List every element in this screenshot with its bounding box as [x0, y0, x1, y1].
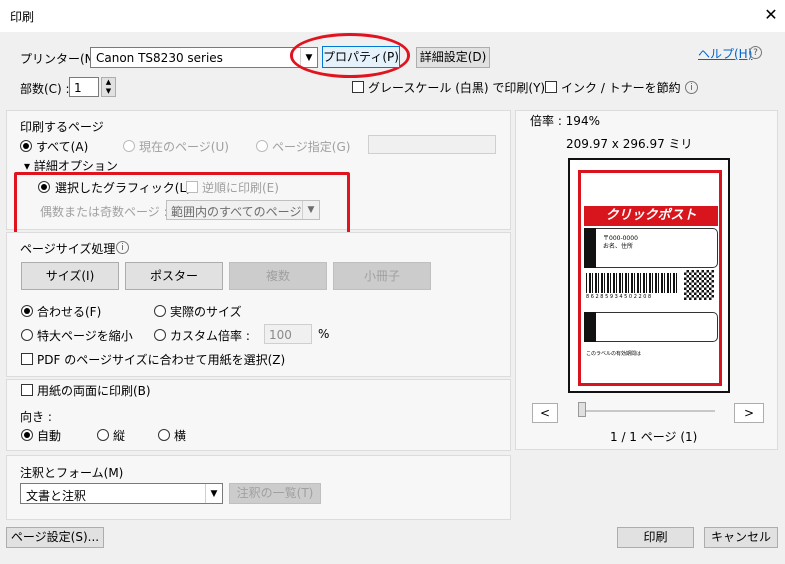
custom-scale-value: 100: [269, 328, 292, 342]
pdf-paper-label: PDF のページサイズに合わせて用紙を選択(Z): [37, 353, 286, 367]
qr-code: [684, 270, 714, 300]
cancel-button[interactable]: キャンセル: [704, 527, 778, 548]
sizing-title: ページサイズ処理: [20, 242, 116, 256]
comments-value: 文書と注釈: [26, 489, 87, 503]
close-icon[interactable]: ✕: [760, 3, 782, 27]
custom-scale-radio[interactable]: [154, 329, 166, 341]
pages-current-radio[interactable]: [123, 140, 135, 152]
copies-input[interactable]: 1: [69, 77, 99, 97]
properties-button[interactable]: プロパティ(P): [322, 46, 400, 68]
preview-slider-thumb[interactable]: [578, 402, 586, 417]
help-icon[interactable]: ?: [749, 46, 762, 59]
reverse-checkbox[interactable]: [186, 181, 198, 193]
size-button[interactable]: サイズ(I): [21, 262, 119, 290]
preview-next-button[interactable]: >: [734, 403, 764, 423]
sender-name: お名、住所: [603, 243, 634, 250]
preview-prev-button[interactable]: <: [532, 403, 558, 423]
printer-value: Canon TS8230 series: [96, 51, 223, 65]
shrink-label: 特大ページを縮小: [37, 329, 133, 343]
pages-range-radio[interactable]: [256, 140, 268, 152]
pages-range-label: ページ指定(G): [272, 140, 351, 154]
pages-all-radio[interactable]: [20, 140, 32, 152]
grayscale-checkbox[interactable]: [352, 81, 364, 93]
comments-select[interactable]: 文書と注釈 ▼: [20, 483, 223, 504]
save-ink-label: インク / トナーを節約: [561, 81, 681, 95]
recipient-box: [584, 312, 718, 342]
copies-spinner[interactable]: ▲ ▼: [101, 77, 116, 97]
printer-select[interactable]: Canon TS8230 series ▼: [90, 47, 318, 68]
barcode: [586, 273, 678, 293]
duplex-checkbox[interactable]: [21, 384, 33, 396]
page-range-input[interactable]: [368, 135, 496, 154]
recipient-tag: [584, 312, 596, 342]
print-button[interactable]: 印刷: [617, 527, 694, 548]
odd-even-select[interactable]: 範囲内のすべてのページ ▼: [166, 200, 320, 220]
actual-size-radio[interactable]: [154, 305, 166, 317]
multiple-button[interactable]: 複数: [229, 262, 327, 290]
orientation-landscape-label: 横: [174, 429, 187, 443]
custom-scale-input[interactable]: 100: [264, 324, 312, 344]
page-dimensions: 209.97 x 296.97 ミリ: [566, 137, 693, 151]
actual-size-label: 実際のサイズ: [170, 305, 242, 319]
pages-title: 印刷するページ: [20, 120, 104, 134]
info-icon[interactable]: i: [116, 241, 129, 254]
reverse-label: 逆順に印刷(E): [202, 181, 279, 195]
copies-value: 1: [74, 81, 82, 95]
booklet-button[interactable]: 小冊子: [333, 262, 431, 290]
orientation-portrait-radio[interactable]: [97, 429, 109, 441]
pages-current-label: 現在のページ(U): [139, 140, 229, 154]
orientation-portrait-label: 縦: [113, 429, 126, 443]
page-nav-readout: 1 / 1 ページ (1): [610, 430, 698, 444]
duplex-label: 用紙の両面に印刷(B): [37, 384, 151, 398]
title-bar: [0, 0, 785, 32]
page-preview: クリックポスト 〒000-0000 お名、住所 8 6 2 8 5 9 3 4 …: [568, 158, 730, 393]
odd-even-label: 偶数または奇数ページ :: [40, 205, 168, 219]
label-banner: クリックポスト: [584, 206, 718, 226]
window-title: 印刷: [10, 10, 35, 24]
help-link[interactable]: ヘルプ(H): [698, 45, 752, 62]
orientation-auto-label: 自動: [37, 429, 62, 443]
pages-all-label: すべて(A): [36, 140, 89, 154]
orientation-title: 向き :: [20, 410, 52, 424]
fit-radio[interactable]: [21, 305, 33, 317]
info-icon[interactable]: i: [685, 81, 698, 94]
selected-graphic-radio[interactable]: [38, 181, 50, 193]
save-ink-checkbox[interactable]: [545, 81, 557, 93]
comments-title: 注釈とフォーム(M): [20, 466, 124, 480]
chevron-down-icon: ▼: [302, 201, 319, 219]
preview-slider-track[interactable]: [580, 410, 715, 412]
pdf-paper-checkbox[interactable]: [21, 353, 33, 365]
fit-label: 合わせる(F): [37, 305, 102, 319]
poster-button[interactable]: ポスター: [125, 262, 223, 290]
copies-label: 部数(C) :: [20, 82, 70, 96]
shrink-radio[interactable]: [21, 329, 33, 341]
sender-tag: [584, 228, 596, 268]
orientation-auto-radio[interactable]: [21, 429, 33, 441]
zoom-readout: 倍率 : 194%: [530, 114, 600, 128]
label-footer-note: このラベルの有効期間は: [586, 351, 642, 357]
custom-scale-label: カスタム倍率 :: [170, 329, 250, 343]
odd-even-value: 範囲内のすべてのページ: [171, 205, 302, 219]
barcode-number: 8 6 2 8 5 9 3 4 5 0 2 2 0 8: [586, 294, 652, 300]
advanced-button[interactable]: 詳細設定(D): [416, 47, 490, 68]
comments-summary-button[interactable]: 注釈の一覧(T): [229, 483, 321, 504]
sender-box: 〒000-0000 お名、住所: [584, 228, 718, 268]
orientation-landscape-radio[interactable]: [158, 429, 170, 441]
percent-label: %: [318, 327, 330, 341]
page-setup-button[interactable]: ページ設定(S)...: [6, 527, 104, 548]
selected-graphic-label: 選択したグラフィック(L): [55, 181, 191, 195]
chevron-down-icon: ▼: [205, 484, 222, 503]
grayscale-label: グレースケール (白黒) で印刷(Y): [368, 81, 546, 95]
